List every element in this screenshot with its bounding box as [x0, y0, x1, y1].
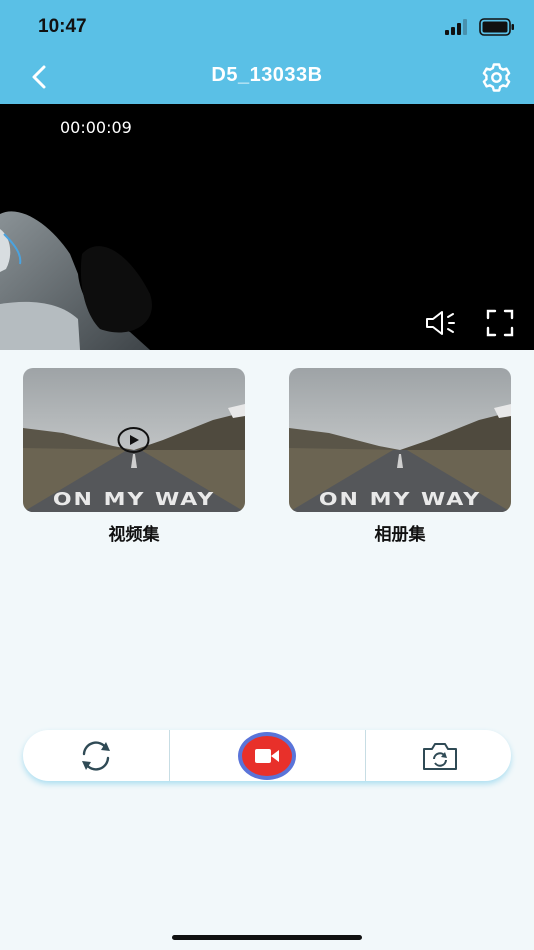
app-header: 10:47 D5_13033B — [0, 0, 534, 104]
volume-icon[interactable] — [424, 308, 460, 338]
signal-icon — [445, 19, 467, 35]
battery-icon — [479, 18, 514, 36]
video-gallery-tile[interactable]: ON MY WAY — [23, 368, 245, 512]
status-time: 10:47 — [38, 16, 87, 37]
home-indicator[interactable] — [172, 935, 362, 940]
road-thumbnail-image: ON MY WAY — [289, 368, 511, 512]
road-text: ON MY WAY — [53, 489, 215, 509]
page-title: D5_13033B — [211, 64, 323, 86]
live-video-view[interactable]: 00:00:09 — [0, 104, 534, 350]
photo-gallery-tile[interactable]: ON MY WAY — [289, 368, 511, 512]
photo-gallery-label: 相册集 — [374, 525, 426, 544]
road-text: ON MY WAY — [319, 489, 481, 509]
toolbar-divider — [365, 730, 366, 781]
play-icon — [117, 427, 150, 453]
video-gallery-label: 视频集 — [108, 525, 160, 544]
camera-switch-icon[interactable] — [421, 740, 459, 772]
toolbar-divider — [169, 730, 170, 781]
settings-gear-icon[interactable] — [480, 61, 513, 94]
fullscreen-icon[interactable] — [485, 308, 515, 338]
recording-timestamp: 00:00:09 — [60, 118, 132, 137]
record-video-button[interactable] — [238, 732, 296, 780]
video-record-icon — [255, 749, 279, 763]
control-toolbar — [23, 730, 511, 781]
rotate-icon[interactable] — [76, 738, 116, 774]
